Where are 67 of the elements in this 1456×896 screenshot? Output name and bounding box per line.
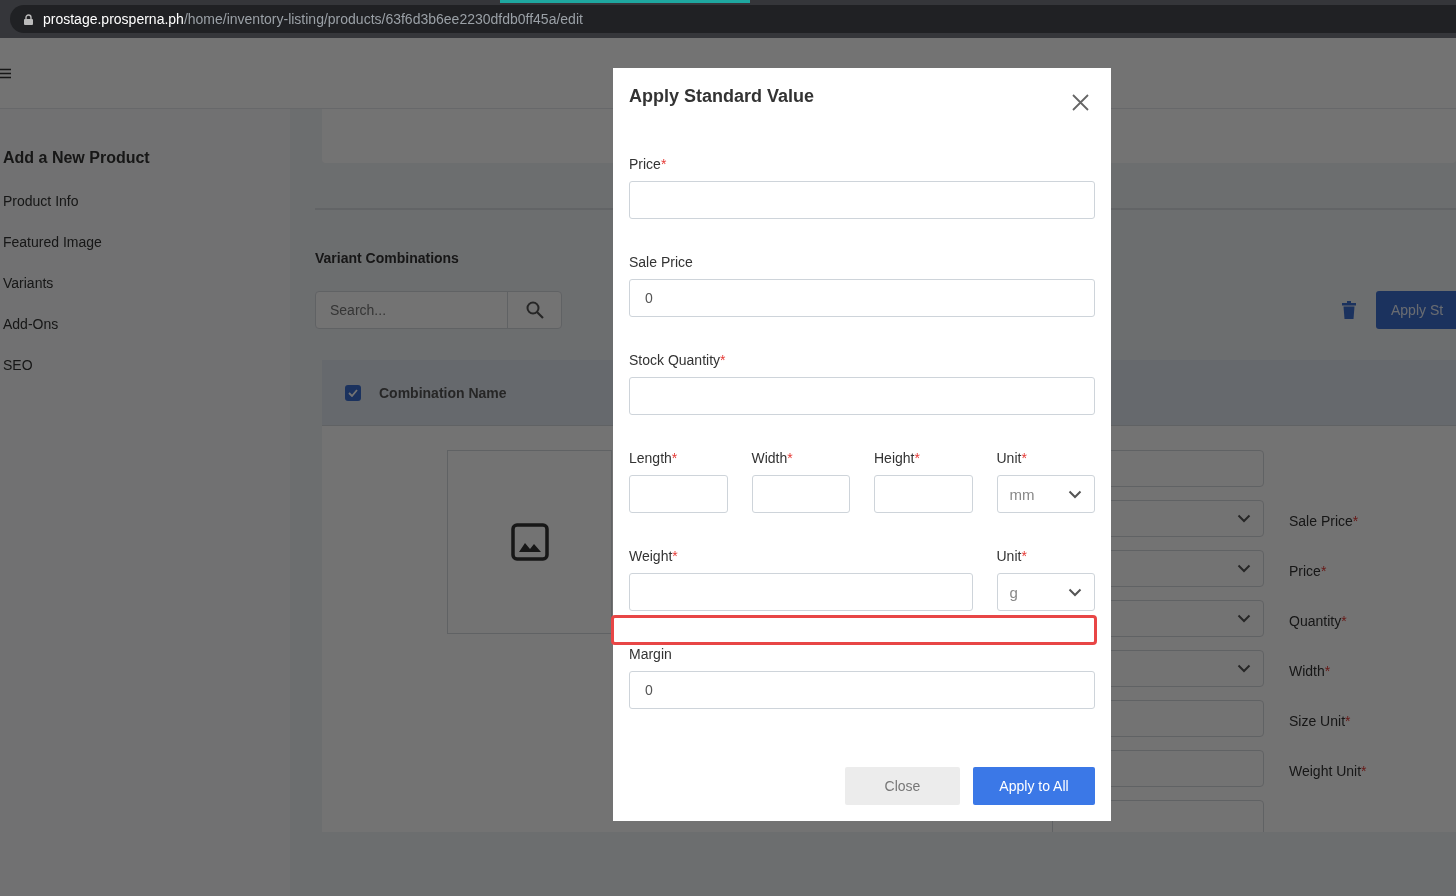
apply-button[interactable]: Apply to All [973,767,1095,805]
sidebar-item[interactable]: Product Info [3,193,79,234]
field-label: Quantity [1289,612,1342,630]
checkmark-icon [348,388,358,397]
search-icon[interactable] [525,301,544,319]
sidebar-item[interactable]: Variants [3,275,54,316]
image-icon [510,523,549,561]
field-label: Stock Quantity [629,351,721,369]
text-field[interactable] [629,573,973,611]
required-mark: * [1320,562,1327,580]
required-mark: * [660,155,667,173]
required-mark: * [1341,612,1347,630]
field-label: Width [1289,662,1325,680]
required-mark: * [914,449,920,467]
sidebar-item[interactable]: Featured Image [3,234,102,275]
section-title: Variant Combinations [315,250,459,266]
field-label: Sale Price [1289,512,1353,530]
select-all-checkbox[interactable] [345,384,361,401]
chevron-down-icon [1237,664,1251,673]
chevron-down-icon [1068,489,1082,499]
required-mark: * [720,351,726,369]
required-mark: * [787,449,793,467]
close-icon[interactable] [1072,94,1089,111]
field-label: Size Unit [1289,712,1346,730]
field-label: Price [629,155,661,173]
chevron-down-icon [1068,587,1082,597]
field-label: Weight Unit [1289,762,1362,780]
lock-icon [24,13,33,25]
field-label: Price [1289,562,1321,580]
chevron-down-icon [1237,514,1251,523]
text-field[interactable] [629,377,1095,415]
field-label: Unit [996,547,1022,565]
text-field[interactable] [874,475,973,513]
column-header: Combination Name [379,384,507,401]
required-mark: * [671,449,678,467]
field-label: Margin [629,645,672,663]
chevron-down-icon [1237,564,1251,573]
menu-icon[interactable] [0,67,11,79]
required-mark: * [1021,449,1027,467]
close-button[interactable]: Close [845,767,960,805]
required-mark: * [672,547,678,565]
required-mark: * [1352,512,1359,530]
required-mark: * [1361,762,1367,780]
text-field[interactable] [751,475,850,513]
apply-standard-button[interactable]: Apply St [1376,291,1456,329]
field-label: Width [751,449,788,467]
field-label: Weight [629,547,673,565]
field-label: Unit [996,449,1022,467]
field-label: Height [874,449,915,467]
chevron-down-icon [1237,614,1251,623]
dialog-title: Apply Standard Value [629,86,815,107]
required-mark: * [1324,662,1331,680]
unit-dropdown[interactable]: mm [996,475,1095,513]
text-field[interactable] [629,181,1095,219]
trash-icon[interactable] [1342,301,1356,319]
unit-dropdown[interactable]: g [996,573,1095,611]
field-label: Sale Price [629,253,693,271]
text-field[interactable] [629,475,728,513]
required-mark: * [1021,547,1027,565]
sidebar-title: Add a New Product [3,149,150,167]
sidebar-item[interactable]: SEO [3,357,33,398]
required-mark: * [1345,712,1351,730]
sidebar-item[interactable]: Add-Ons [3,316,59,357]
text-field[interactable]: 0 [629,671,1095,709]
text-field[interactable]: 0 [629,279,1095,317]
search-field[interactable]: Search... [315,291,562,329]
field-label: Length [629,449,672,467]
